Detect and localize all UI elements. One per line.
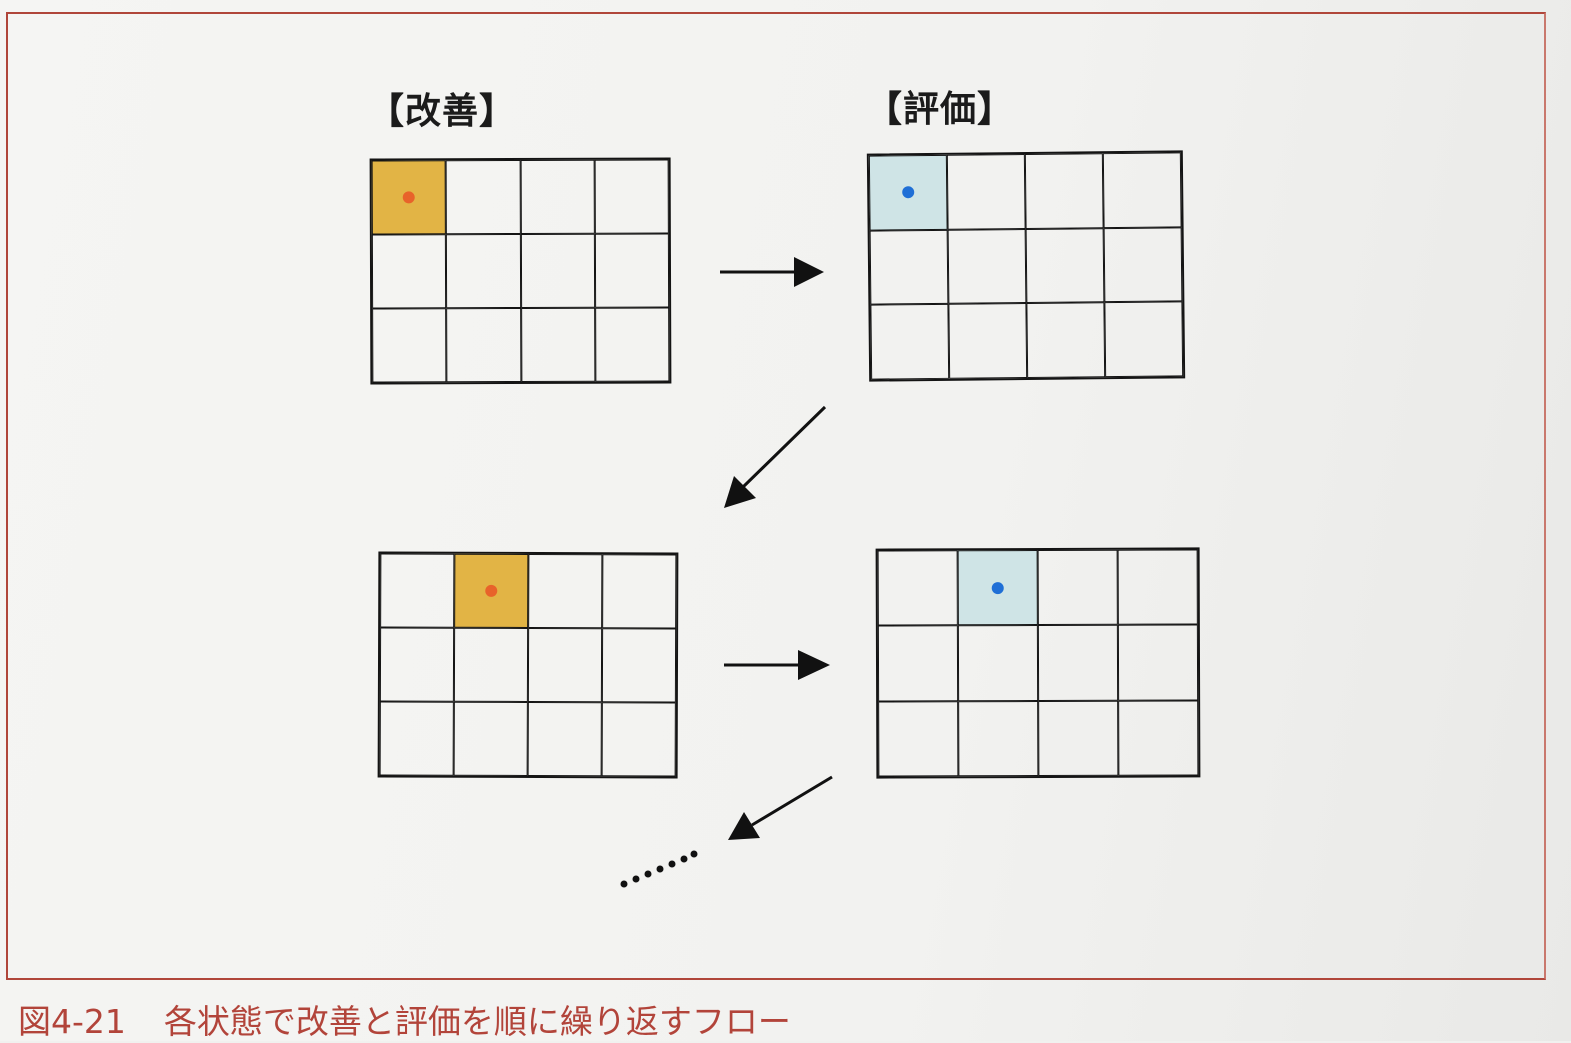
grid-cell [1025, 227, 1105, 304]
grid-cell [1117, 549, 1198, 626]
blue-dot-icon [902, 186, 915, 199]
grid-cell [601, 702, 676, 777]
grid-cell-highlighted [371, 160, 447, 235]
grid-cell [446, 307, 521, 383]
orange-dot-icon [402, 191, 415, 204]
grid-cell [947, 228, 1027, 305]
grid-cell [520, 233, 595, 308]
blue-dot-icon [991, 581, 1004, 594]
grid-cell [372, 308, 447, 383]
grid-cell [877, 550, 958, 626]
figure-page: 【改善】 【評価】 図4-21 各状態で改善と評価を順に繰り返すフロー [0, 0, 1571, 1041]
grid-cell [602, 554, 677, 629]
grid-top-improve [369, 157, 672, 385]
grid-cell [958, 700, 1039, 777]
caption-text: 各状態で改善と評価を順に繰り返すフロー [163, 1002, 791, 1041]
grid-cell [453, 701, 528, 776]
grid-cell [594, 307, 670, 382]
grid-cell [1026, 302, 1106, 378]
grid-cell [379, 701, 454, 776]
grid-cell [957, 625, 1039, 701]
grid-cell [527, 628, 603, 703]
grid-cell [445, 160, 521, 235]
grid-cell [870, 304, 950, 380]
grid-cell-highlighted [868, 154, 948, 231]
grid-cell [594, 233, 670, 308]
grid-cell [878, 700, 959, 777]
heading-improve: 【改善】 [368, 91, 517, 132]
grid-cell [877, 625, 959, 702]
grid-cell [371, 234, 447, 309]
grid-cell [1118, 700, 1199, 776]
grid-bottom-evaluate [875, 547, 1201, 779]
grid-cell [946, 154, 1026, 230]
grid-top-evaluate [866, 150, 1186, 382]
caption-number: 図4-21 [18, 1002, 126, 1041]
grid-cell [446, 234, 521, 309]
grid-cell [948, 303, 1028, 379]
heading-evaluate: 【評価】 [866, 89, 1015, 130]
figure-frame [6, 12, 1546, 980]
grid-cell [1024, 153, 1104, 229]
grid-cell [1102, 152, 1182, 228]
grid-cell [1037, 625, 1119, 701]
figure-caption: 図4-21 各状態で改善と評価を順に繰り返すフロー [18, 995, 791, 1043]
grid-cell [379, 627, 455, 702]
orange-dot-icon [485, 584, 498, 597]
grid-cell-highlighted [454, 553, 529, 629]
grid-cell [520, 159, 595, 235]
grid-cell [1037, 549, 1118, 626]
grid-cell [1117, 624, 1199, 701]
grid-cell [1103, 227, 1183, 303]
grid-cell [527, 701, 602, 777]
grid-cell [594, 159, 669, 234]
grid-cell [1104, 301, 1184, 378]
grid-cell [869, 229, 949, 305]
grid-bottom-improve [377, 551, 679, 779]
grid-cell [601, 628, 677, 703]
grid-cell-highlighted [957, 550, 1038, 626]
grid-cell [453, 627, 529, 702]
grid-cell [380, 553, 455, 628]
grid-cell [520, 307, 596, 382]
grid-cell [1038, 700, 1119, 776]
grid-cell [528, 554, 603, 629]
